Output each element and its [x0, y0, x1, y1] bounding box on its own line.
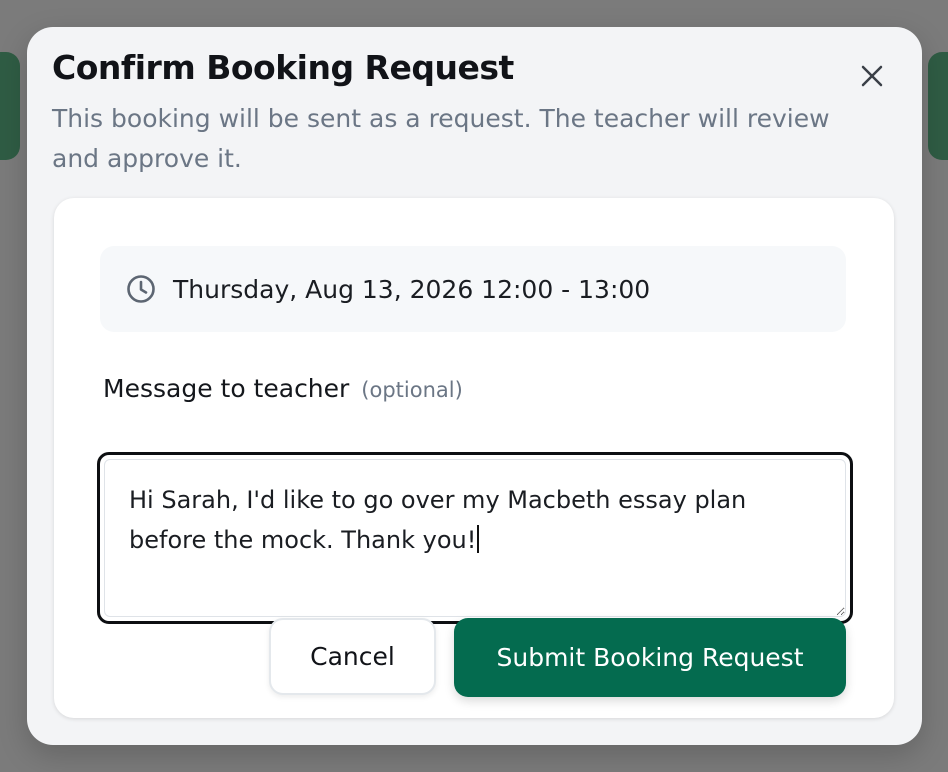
message-field-focus-ring: Hi Sarah, I'd like to go over my Macbeth… [97, 452, 853, 624]
dialog-subtitle: This booking will be sent as a request. … [52, 104, 830, 173]
clock-icon [125, 273, 157, 305]
backdrop-page-element [928, 52, 948, 160]
message-label: Message to teacher (optional) [103, 374, 463, 403]
message-textarea[interactable]: Hi Sarah, I'd like to go over my Macbeth… [104, 459, 846, 617]
booking-card: Thursday, Aug 13, 2026 12:00 - 13:00 Mes… [54, 198, 894, 718]
booking-datetime: Thursday, Aug 13, 2026 12:00 - 13:00 [173, 274, 651, 304]
dialog-title: Confirm Booking Request [52, 48, 514, 87]
text-caret [477, 525, 480, 553]
optional-hint: (optional) [361, 378, 463, 402]
booking-time-summary: Thursday, Aug 13, 2026 12:00 - 13:00 [100, 246, 846, 332]
confirm-booking-dialog: Confirm Booking Request This booking wil… [27, 27, 922, 745]
submit-booking-request-button[interactable]: Submit Booking Request [454, 618, 846, 697]
backdrop-page-element [0, 52, 20, 160]
message-text: Hi Sarah, I'd like to go over my Macbeth… [129, 486, 747, 554]
close-icon [861, 65, 883, 87]
cancel-button[interactable]: Cancel [269, 618, 436, 695]
close-button[interactable] [855, 59, 889, 93]
message-label-text: Message to teacher [103, 374, 350, 403]
